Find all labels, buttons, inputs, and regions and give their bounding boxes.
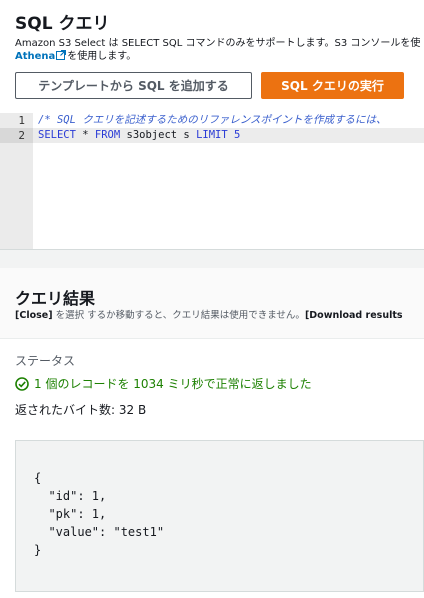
sql-keyword: LIMIT [196,129,228,141]
run-sql-query-button[interactable]: SQL クエリの実行 [261,72,404,99]
panel-title: SQL クエリ [15,14,110,34]
status-message: 1 個のレコードを 1034 ミリ秒で正常に返しました [15,375,312,392]
section-separator [0,250,424,268]
description-suffix: を使用します。 [67,51,137,62]
line-number: 1 [18,114,25,127]
status-label: ステータス [15,354,76,368]
sql-number: 5 [234,129,241,141]
line-number: 2 [18,129,25,142]
query-result-output: { "id": 1, "pk": 1, "value": "test1" } [15,440,424,592]
result-json: { "id": 1, "pk": 1, "value": "test1" } [34,471,165,557]
sql-text: s3object s [120,129,197,141]
add-sql-from-template-button[interactable]: テンプレートから SQL を追加する [15,72,252,99]
athena-link[interactable]: Athena [15,51,55,62]
results-description: [Close] を選択 するか移動すると、クエリ結果は使用できません。[Down… [15,307,403,321]
sql-keyword: SELECT [38,129,76,141]
sql-text: * [75,129,95,141]
download-results-label: [Download results [304,310,403,321]
close-label: [Close] [15,310,53,321]
sql-keyword: FROM [94,129,121,141]
external-link-icon[interactable] [56,50,67,60]
panel-description: Amazon S3 Select は SELECT SQL コマンドのみをサポー… [15,38,421,49]
results-description-text: を選択 するか移動すると、クエリ結果は使用できません。 [52,310,305,321]
success-check-icon [15,376,29,391]
results-title: クエリ結果 [15,289,96,308]
query-results-header: クエリ結果 [Close] を選択 するか移動すると、クエリ結果は使用できません… [0,268,424,339]
status-message-text: 1 個のレコードを 1034 ミリ秒で正常に返しました [34,377,312,391]
code-line-query: SELECT * FROM s3object s LIMIT 5 [38,128,240,143]
panel-description-line2: Athena を使用します。 [15,50,136,63]
sql-editor[interactable]: 1 2 /* SQL クエリを記述するためのリファレンスポイントを作成するには、… [0,113,424,250]
code-line-comment: /* SQL クエリを記述するためのリファレンスポイントを作成するには、 [38,114,387,126]
bytes-returned: 返されたバイト数: 32 B [15,403,147,417]
